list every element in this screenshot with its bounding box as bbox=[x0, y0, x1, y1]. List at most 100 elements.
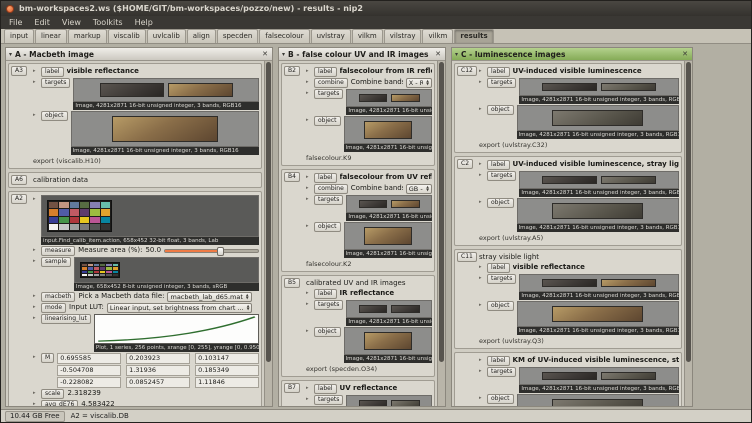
photo-thumbnail[interactable] bbox=[344, 222, 433, 250]
photo-thumbnail[interactable] bbox=[346, 395, 432, 406]
expander-right-icon[interactable]: ▸ bbox=[33, 303, 38, 312]
photo-thumbnail[interactable] bbox=[519, 78, 679, 96]
tag-button-linearising_lut[interactable]: linearising_lut bbox=[41, 314, 91, 324]
expander-right-icon[interactable]: ▸ bbox=[33, 67, 38, 76]
expander-right-icon[interactable]: ▸ bbox=[306, 195, 311, 204]
select-mode[interactable]: Linear input, set brightness from chart … bbox=[107, 303, 253, 313]
tag-button-object[interactable]: object bbox=[314, 222, 341, 232]
photo-thumbnail[interactable] bbox=[344, 116, 433, 144]
tab-results[interactable]: results bbox=[454, 29, 493, 43]
matrix-cell[interactable]: 0.103147 bbox=[195, 353, 259, 364]
tag-button-label[interactable]: label bbox=[314, 67, 337, 77]
select-combine[interactable]: GB - X▲▼ bbox=[406, 184, 432, 194]
row-tag-B2[interactable]: B2 bbox=[284, 66, 300, 76]
close-icon[interactable]: ✕ bbox=[681, 50, 689, 58]
matrix-cell[interactable]: -0.228082 bbox=[57, 377, 121, 388]
tag-button-macbeth[interactable]: macbeth bbox=[41, 292, 75, 302]
tab-input[interactable]: input bbox=[4, 29, 34, 43]
measure-slider[interactable] bbox=[164, 249, 259, 253]
vertical-scrollbar[interactable] bbox=[264, 61, 272, 406]
matrix-cell[interactable]: 1.11846 bbox=[195, 377, 259, 388]
matrix-cell[interactable]: 1.31936 bbox=[126, 365, 190, 376]
image-thumbnail[interactable]: Image, 4281x2871 16-bit unsigned integer… bbox=[344, 327, 433, 363]
expander-right-icon[interactable]: ▸ bbox=[479, 171, 484, 180]
image-thumbnail[interactable]: Image, 4281x2871 16-bit unsigned integer… bbox=[346, 89, 432, 115]
expander-right-icon[interactable]: ▸ bbox=[306, 116, 311, 125]
photo-thumbnail[interactable] bbox=[517, 394, 680, 406]
tag-button-targets[interactable]: targets bbox=[41, 78, 70, 88]
expander-down-icon[interactable]: ▾ bbox=[282, 51, 285, 58]
expander-right-icon[interactable]: ▸ bbox=[306, 173, 311, 182]
expander-right-icon[interactable]: ▸ bbox=[306, 384, 311, 393]
tag-button-object[interactable]: object bbox=[487, 394, 514, 404]
tab-uvlcalib[interactable]: uvlcalib bbox=[147, 29, 186, 43]
tag-button-targets[interactable]: targets bbox=[314, 300, 343, 310]
tag-button-object[interactable]: object bbox=[487, 198, 514, 208]
tab-specden[interactable]: specden bbox=[217, 29, 258, 43]
scrollbar-thumb[interactable] bbox=[686, 62, 691, 362]
tag-button-targets[interactable]: targets bbox=[314, 89, 343, 99]
column-header-C[interactable]: ▾C - luminescence images✕ bbox=[452, 48, 692, 61]
menu-toolkits[interactable]: Toolkits bbox=[87, 16, 129, 29]
expander-right-icon[interactable]: ▸ bbox=[33, 353, 38, 362]
image-thumbnail[interactable]: Image, 4281x2871 16-bit unsigned integer… bbox=[517, 105, 680, 139]
image-thumbnail[interactable]: Image, 4281x2871 16-bit unsigned integer… bbox=[519, 367, 679, 393]
expander-right-icon[interactable]: ▸ bbox=[479, 198, 484, 207]
expander-right-icon[interactable]: ▸ bbox=[479, 78, 484, 87]
photo-thumbnail[interactable] bbox=[346, 300, 432, 318]
tab-uvlstray[interactable]: uvlstray bbox=[311, 29, 351, 43]
expander-right-icon[interactable]: ▸ bbox=[306, 289, 311, 298]
tag-button-targets[interactable]: targets bbox=[487, 274, 516, 284]
menu-edit[interactable]: Edit bbox=[28, 16, 56, 29]
image-thumbnail[interactable]: Image, 4281x2871 16-bit unsigned integer… bbox=[73, 78, 259, 110]
tag-button-label[interactable]: label bbox=[314, 289, 337, 299]
tag-button-targets[interactable]: targets bbox=[314, 195, 343, 205]
tab-vilkm[interactable]: vilkm bbox=[422, 29, 453, 43]
macbeth-chart-thumbnail[interactable] bbox=[74, 257, 259, 283]
vertical-scrollbar[interactable] bbox=[684, 61, 692, 406]
expander-right-icon[interactable]: ▸ bbox=[479, 105, 484, 114]
matrix-cell[interactable]: 0.185349 bbox=[195, 365, 259, 376]
matrix-cell[interactable]: 0.0852457 bbox=[126, 377, 190, 388]
matrix-cell[interactable]: -0.504708 bbox=[57, 365, 121, 376]
expander-right-icon[interactable]: ▸ bbox=[33, 195, 38, 204]
image-thumbnail[interactable]: Image, 4281x2871 16-bit unsigned integer… bbox=[344, 222, 433, 258]
tag-button-label[interactable]: label bbox=[487, 160, 510, 170]
menu-help[interactable]: Help bbox=[129, 16, 159, 29]
expander-right-icon[interactable]: ▸ bbox=[479, 160, 484, 169]
photo-thumbnail[interactable] bbox=[71, 111, 260, 147]
photo-thumbnail[interactable] bbox=[517, 198, 680, 224]
tag-button-label[interactable]: label bbox=[314, 173, 337, 183]
window-close-button[interactable] bbox=[6, 5, 14, 13]
row-tag-B7[interactable]: B7 bbox=[284, 383, 300, 393]
menu-file[interactable]: File bbox=[3, 16, 28, 29]
expander-right-icon[interactable]: ▸ bbox=[479, 394, 484, 403]
row-tag-B5[interactable]: B5 bbox=[284, 278, 300, 288]
close-icon[interactable]: ✕ bbox=[434, 50, 442, 58]
row-tag-B4[interactable]: B4 bbox=[284, 172, 300, 182]
expander-right-icon[interactable]: ▸ bbox=[33, 111, 38, 120]
image-thumbnail[interactable]: Image, 658x452 8-bit unsigned integer, 3… bbox=[74, 257, 259, 291]
expander-right-icon[interactable]: ▸ bbox=[479, 274, 484, 283]
tab-vilkm[interactable]: vilkm bbox=[352, 29, 383, 43]
tag-button-mode[interactable]: mode bbox=[41, 303, 66, 313]
expander-right-icon[interactable]: ▸ bbox=[306, 89, 311, 98]
tab-align[interactable]: align bbox=[187, 29, 216, 43]
tag-button-combine[interactable]: combine bbox=[314, 184, 348, 194]
image-thumbnail[interactable]: Image, 4281x2871 16-bit unsigned integer… bbox=[519, 171, 679, 197]
vertical-scrollbar[interactable] bbox=[437, 61, 445, 406]
tag-button-targets[interactable]: targets bbox=[314, 395, 343, 405]
expander-right-icon[interactable]: ▸ bbox=[33, 78, 38, 87]
tag-button-object[interactable]: object bbox=[314, 116, 341, 126]
image-thumbnail[interactable]: Image, 4281x2871 16-bit unsigned integer… bbox=[346, 300, 432, 326]
expander-down-icon[interactable]: ▾ bbox=[9, 51, 12, 58]
tag-button-combine[interactable]: combine bbox=[314, 78, 348, 88]
tag-button-sample[interactable]: sample bbox=[41, 257, 71, 267]
image-thumbnail[interactable]: Image, 4281x2871 16-bit unsigned integer… bbox=[346, 395, 432, 406]
expander-right-icon[interactable]: ▸ bbox=[306, 184, 311, 193]
expander-right-icon[interactable]: ▸ bbox=[479, 67, 484, 76]
scrollbar-thumb[interactable] bbox=[439, 62, 444, 362]
expander-right-icon[interactable]: ▸ bbox=[479, 356, 484, 365]
tag-button-label[interactable]: label bbox=[314, 384, 337, 394]
expander-right-icon[interactable]: ▸ bbox=[33, 257, 38, 266]
